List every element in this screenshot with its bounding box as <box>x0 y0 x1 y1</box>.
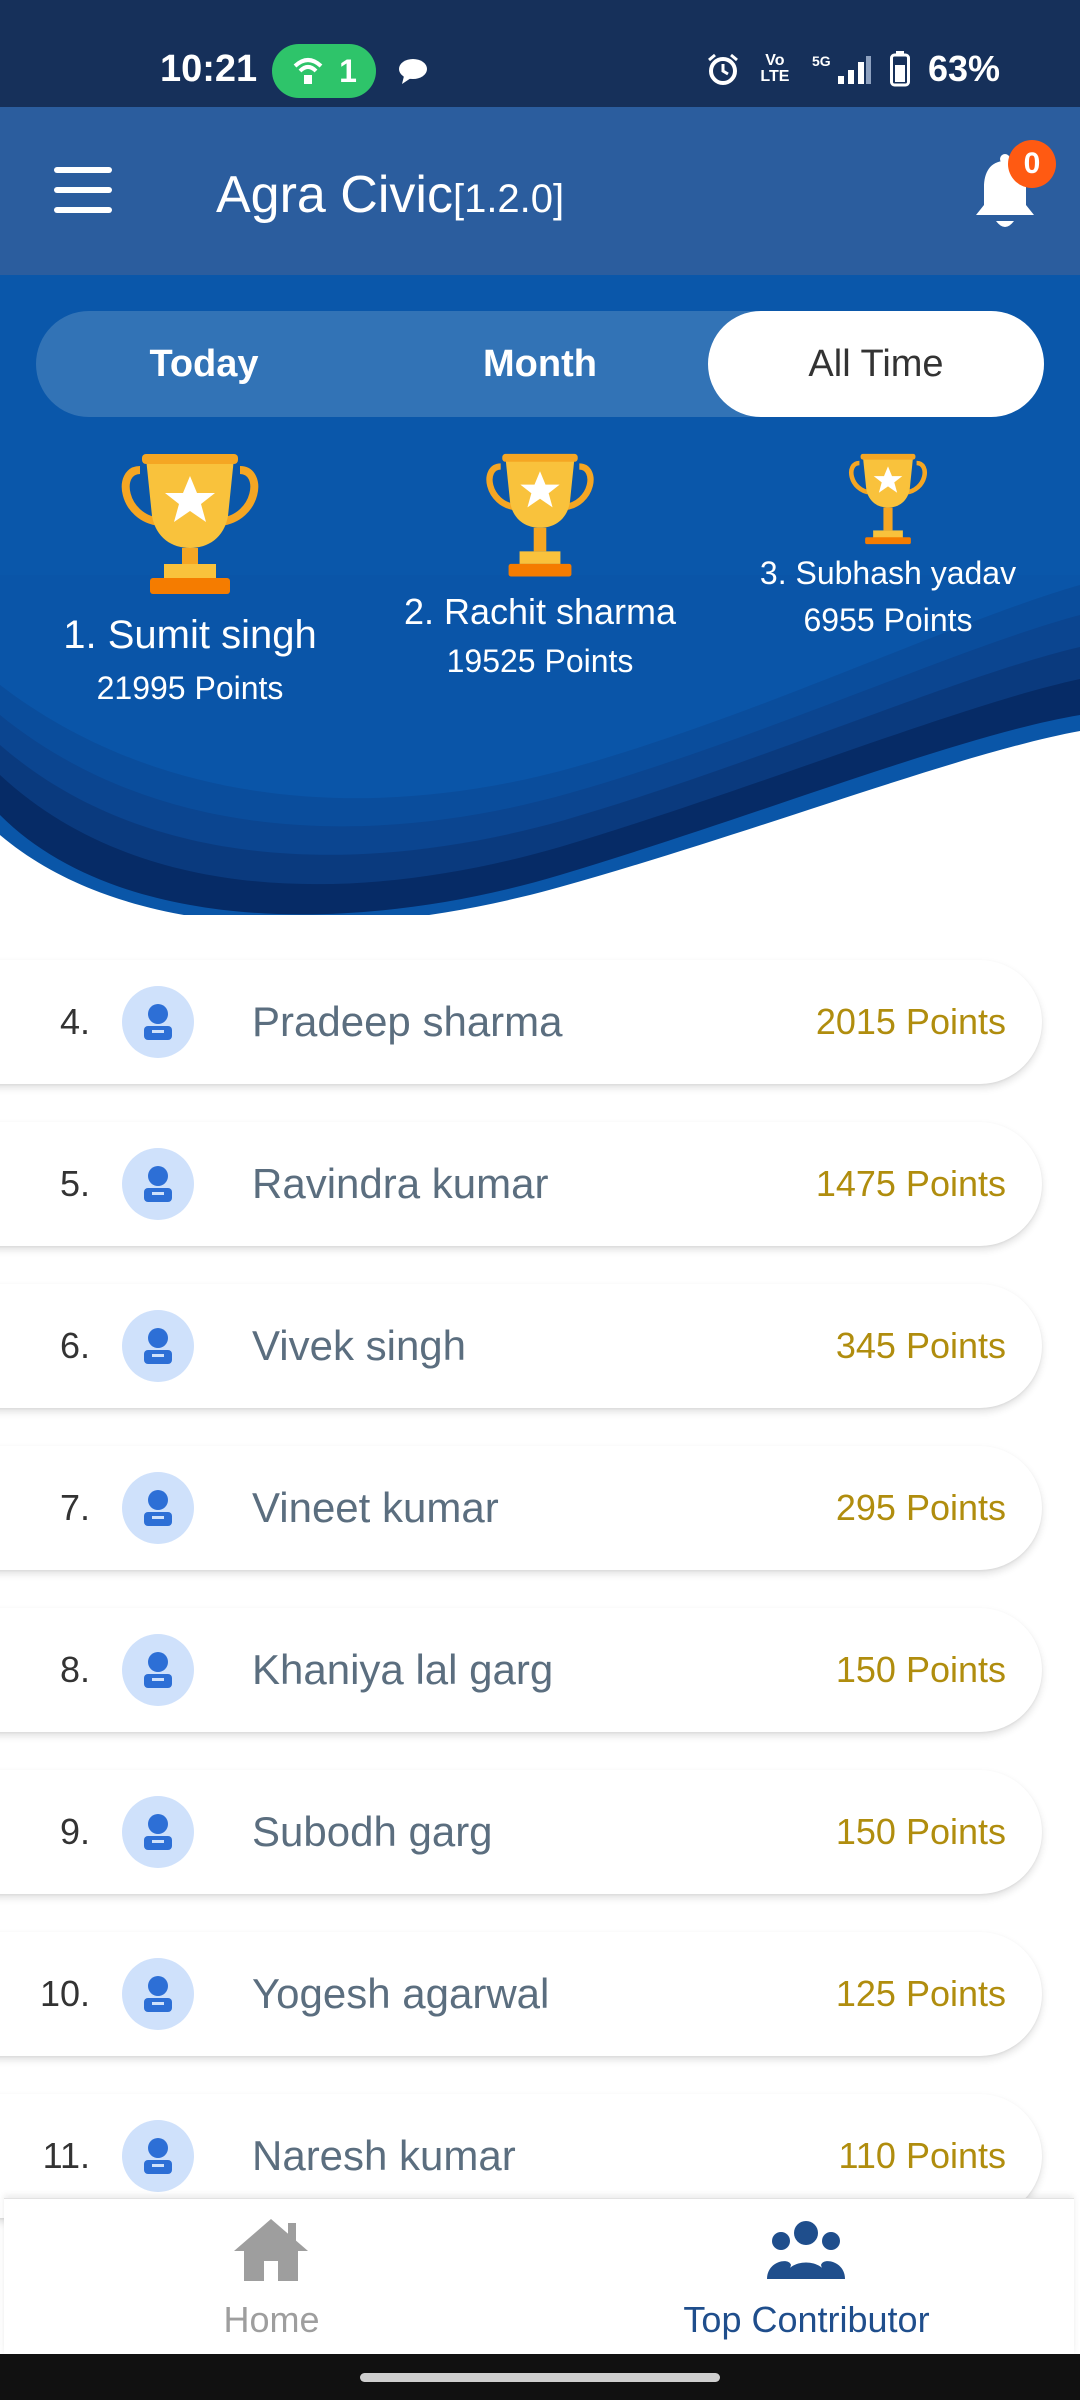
contributor-name: Yogesh agarwal <box>252 1970 550 2017</box>
system-gesture-area <box>0 2354 1080 2400</box>
avatar <box>122 1958 194 2030</box>
avatar <box>122 1634 194 1706</box>
contributor-name: Vineet kumar <box>252 1484 499 1531</box>
status-bar: 10:21 1 Vo LTE 5G 63% <box>0 0 1080 107</box>
avatar <box>122 1310 194 1382</box>
list-item[interactable]: 4. Pradeep sharma 2015 Points <box>0 960 1042 1084</box>
status-right-cluster: Vo LTE 5G 63% <box>706 48 1000 90</box>
status-time: 10:21 <box>160 48 258 90</box>
group-icon <box>767 2221 845 2279</box>
hotspot-count: 1 <box>339 52 357 89</box>
user-icon <box>144 1490 172 1526</box>
home-icon <box>234 2219 308 2281</box>
app-bar: Agra Civic[1.2.0] 0 <box>0 107 1080 275</box>
list-item[interactable]: 8. Khaniya lal garg 150 Points <box>0 1608 1042 1732</box>
user-icon <box>144 1814 172 1850</box>
menu-line <box>54 167 112 173</box>
contributor-name: Vivek singh <box>252 1322 467 1369</box>
user-icon <box>144 1652 172 1688</box>
app-title: Agra Civic[1.2.0] <box>216 165 564 225</box>
user-icon <box>144 2138 172 2174</box>
user-icon <box>144 1976 172 2012</box>
rank-number: 5. <box>59 1163 90 1204</box>
podium-first-points: 21995 Points <box>96 670 284 706</box>
contributor-points: 295 Points <box>835 1487 1006 1528</box>
volte-indicator: Vo LTE <box>760 52 790 85</box>
hotspot-icon <box>293 58 323 84</box>
bottom-navigation: Home Top Contributor <box>4 2198 1074 2355</box>
podium-second: 2. Rachit sharma 19525 Points <box>390 452 690 680</box>
svg-text:5G: 5G <box>812 53 831 69</box>
contributor-points: 150 Points <box>835 1649 1006 1690</box>
notification-badge: 0 <box>1008 140 1056 188</box>
silver-trophy-icon <box>486 453 594 577</box>
contributor-name: Khaniya lal garg <box>252 1646 554 1693</box>
nav-home[interactable]: Home <box>4 2199 539 2355</box>
podium-second-name: 2. Rachit sharma <box>403 591 677 632</box>
chat-bubble-icon <box>399 59 427 84</box>
contributor-name: Subodh garg <box>252 1808 493 1855</box>
rank-number: 6. <box>59 1325 90 1366</box>
period-tabs: Today Month All Time <box>36 311 1044 417</box>
battery-percent: 63% <box>927 48 1000 89</box>
podium-third-points: 6955 Points <box>803 602 973 638</box>
avatar <box>122 1148 194 1220</box>
list-item[interactable]: 7. Vineet kumar 295 Points <box>0 1446 1042 1570</box>
nav-top-contributor-label: Top Contributor <box>683 2299 930 2340</box>
hotspot-indicator: 1 <box>272 44 376 98</box>
nav-home-label: Home <box>223 2299 320 2340</box>
list-item[interactable]: 5. Ravindra kumar 1475 Points <box>0 1122 1042 1246</box>
podium-third-name: 3. Subhash yadav <box>759 555 1017 591</box>
menu-line <box>54 207 112 213</box>
user-icon <box>144 1328 172 1364</box>
user-icon <box>144 1004 172 1040</box>
menu-line <box>54 187 112 193</box>
rank-number: 8. <box>59 1649 90 1690</box>
tab-today[interactable]: Today <box>36 311 372 417</box>
gold-trophy-icon <box>121 454 259 594</box>
rank-number: 4. <box>59 1001 90 1042</box>
contributor-points: 2015 Points <box>815 1001 1006 1042</box>
alarm-icon <box>707 53 738 85</box>
battery-icon <box>889 51 910 87</box>
bronze-trophy-icon <box>849 453 927 545</box>
podium-third: 3. Subhash yadav 6955 Points <box>738 452 1038 639</box>
contributor-points: 1475 Points <box>815 1163 1006 1204</box>
rank-number: 10. <box>39 1973 90 2014</box>
rank-number: 7. <box>59 1487 90 1528</box>
app-version: [1.2.0] <box>452 177 565 221</box>
contributor-points: 150 Points <box>835 1811 1006 1852</box>
rank-number: 9. <box>59 1811 90 1852</box>
podium-first: 1. Sumit singh 21995 Points <box>40 452 340 707</box>
signal-5g-icon: 5G <box>812 53 871 84</box>
contributor-points: 125 Points <box>835 1973 1006 2014</box>
menu-button[interactable] <box>54 167 112 213</box>
list-item[interactable]: 9. Subodh garg 150 Points <box>0 1770 1042 1894</box>
app-title-text: Agra Civic <box>216 166 453 224</box>
contributor-name: Pradeep sharma <box>252 998 563 1045</box>
podium-second-points: 19525 Points <box>446 643 634 679</box>
contributor-points: 345 Points <box>835 1325 1006 1366</box>
contributor-name: Ravindra kumar <box>252 1160 549 1207</box>
avatar <box>122 2120 194 2192</box>
avatar <box>122 1472 194 1544</box>
list-item[interactable]: 6. Vivek singh 345 Points <box>0 1284 1042 1408</box>
tab-month[interactable]: Month <box>372 311 708 417</box>
podium-first-name: 1. Sumit singh <box>63 613 317 657</box>
avatar <box>122 986 194 1058</box>
avatar <box>122 1796 194 1868</box>
list-item[interactable]: 10. Yogesh agarwal 125 Points <box>0 1932 1042 2056</box>
user-icon <box>144 1166 172 1202</box>
gesture-handle[interactable] <box>360 2373 720 2382</box>
nav-top-contributor[interactable]: Top Contributor <box>539 2199 1074 2355</box>
tab-all-time[interactable]: All Time <box>708 311 1044 417</box>
